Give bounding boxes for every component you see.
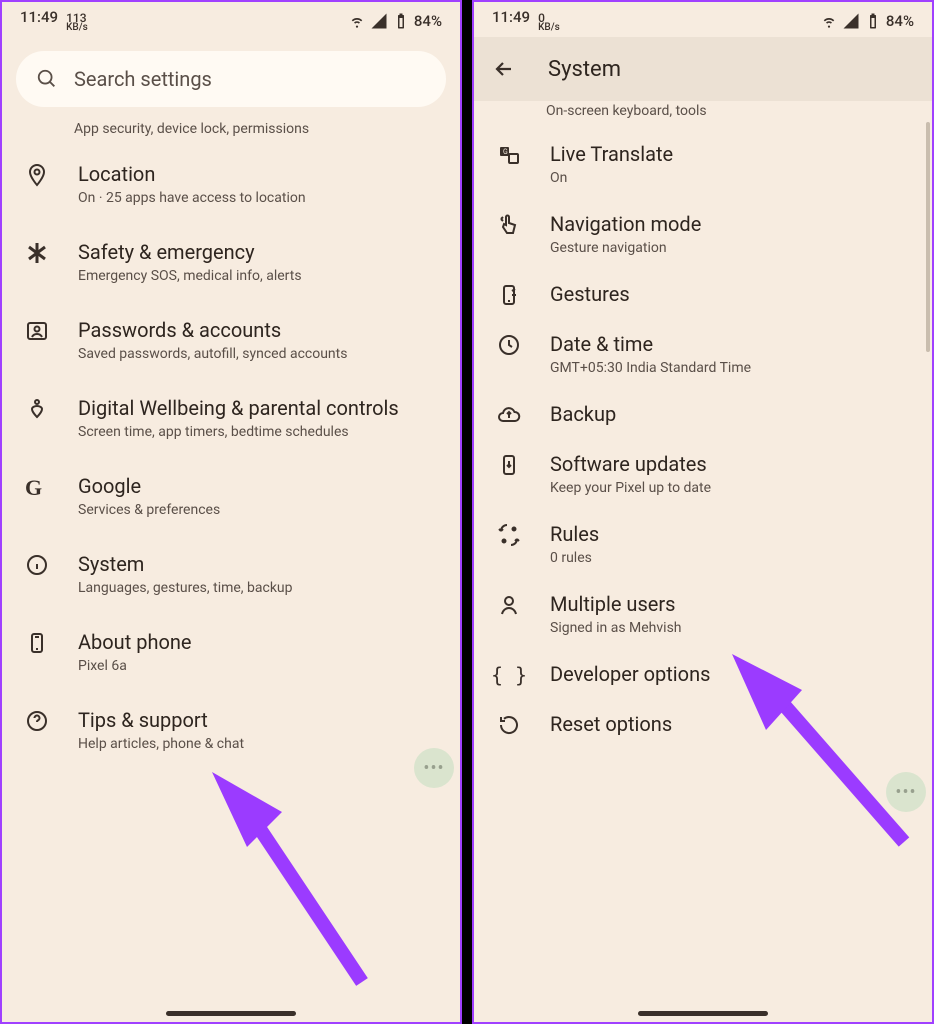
swipe-icon xyxy=(497,213,521,237)
settings-item-system[interactable]: SystemLanguages, gestures, time, backup xyxy=(6,535,456,613)
clock-icon xyxy=(497,333,521,357)
system-item-reset-options[interactable]: Reset options xyxy=(478,699,928,749)
status-bar: 11:49 113 KB/s 84% xyxy=(2,2,460,37)
system-item-navigation-mode[interactable]: Navigation modeGesture navigation xyxy=(478,199,928,269)
system-item-backup[interactable]: Backup xyxy=(478,389,928,439)
settings-item-safety[interactable]: Safety & emergencyEmergency SOS, medical… xyxy=(6,223,456,301)
system-item-software-updates[interactable]: Software updatesKeep your Pixel up to da… xyxy=(478,439,928,509)
status-time: 11:49 xyxy=(492,8,530,26)
svg-text:G: G xyxy=(503,148,508,156)
partial-keyboard-subtitle: On-screen keyboard, tools xyxy=(474,101,932,129)
settings-item-passwords[interactable]: Passwords & accountsSaved passwords, aut… xyxy=(6,301,456,379)
braces-icon: { } xyxy=(491,663,527,687)
location-icon xyxy=(25,163,49,187)
app-bar: System xyxy=(474,37,932,101)
gesture-nav-bar[interactable] xyxy=(638,1011,768,1016)
settings-item-about[interactable]: About phonePixel 6a xyxy=(6,613,456,691)
battery-icon xyxy=(392,12,410,30)
system-item-live-translate[interactable]: G Live TranslateOn xyxy=(478,129,928,199)
help-icon xyxy=(25,709,49,733)
rules-icon xyxy=(497,523,521,547)
settings-item-tips[interactable]: Tips & supportHelp articles, phone & cha… xyxy=(6,691,456,769)
system-list: G Live TranslateOn Navigation modeGestur… xyxy=(474,129,932,749)
battery-icon xyxy=(864,12,882,30)
asterisk-icon xyxy=(25,241,49,265)
gesture-nav-bar[interactable] xyxy=(166,1011,296,1016)
partial-security-subtitle: App security, device lock, permissions xyxy=(2,121,460,145)
wifi-icon xyxy=(820,12,838,30)
settings-screen: 11:49 113 KB/s 84% Search settings App s… xyxy=(0,0,462,1024)
phone-device-icon xyxy=(25,631,49,655)
system-screen: 11:49 0 KB/s 84% System On-screen keyboa… xyxy=(472,0,934,1024)
gesture-phone-icon xyxy=(497,283,521,307)
annotation-arrow-left xyxy=(192,762,392,992)
person-icon xyxy=(497,593,521,617)
status-battery-pct: 84% xyxy=(414,12,442,30)
cloud-upload-icon xyxy=(497,403,521,427)
system-item-rules[interactable]: Rules0 rules xyxy=(478,509,928,579)
google-icon: G xyxy=(25,475,49,499)
system-item-developer-options[interactable]: { } Developer options xyxy=(478,649,928,699)
signal-icon xyxy=(842,12,860,30)
settings-list: LocationOn · 25 apps have access to loca… xyxy=(2,145,460,769)
settings-item-google[interactable]: G GoogleServices & preferences xyxy=(6,457,456,535)
back-arrow-icon xyxy=(492,57,516,81)
search-icon xyxy=(36,68,58,90)
page-title: System xyxy=(548,57,621,82)
status-network-speed: 0 KB/s xyxy=(538,13,560,33)
system-item-gestures[interactable]: Gestures xyxy=(478,269,928,319)
assist-fab[interactable]: ••• xyxy=(414,748,454,788)
wellbeing-icon xyxy=(25,397,49,421)
system-update-icon xyxy=(497,453,521,477)
settings-item-location[interactable]: LocationOn · 25 apps have access to loca… xyxy=(6,145,456,223)
settings-item-wellbeing[interactable]: Digital Wellbeing & parental controlsScr… xyxy=(6,379,456,457)
search-settings-bar[interactable]: Search settings xyxy=(16,51,446,107)
system-item-multiple-users[interactable]: Multiple usersSigned in as Mehvish xyxy=(478,579,928,649)
status-network-speed: 113 KB/s xyxy=(66,13,88,33)
key-account-icon xyxy=(25,319,49,343)
scrollbar[interactable] xyxy=(926,122,930,352)
signal-icon xyxy=(370,12,388,30)
status-bar: 11:49 0 KB/s 84% xyxy=(474,2,932,37)
status-time: 11:49 xyxy=(20,8,58,26)
system-item-date-time[interactable]: Date & timeGMT+05:30 India Standard Time xyxy=(478,319,928,389)
status-battery-pct: 84% xyxy=(886,12,914,30)
assist-fab[interactable]: ••• xyxy=(886,772,926,812)
translate-icon: G xyxy=(497,143,521,167)
search-placeholder: Search settings xyxy=(74,67,212,91)
back-button[interactable] xyxy=(484,49,524,89)
info-icon xyxy=(25,553,49,577)
reset-icon xyxy=(497,713,521,737)
wifi-icon xyxy=(348,12,366,30)
